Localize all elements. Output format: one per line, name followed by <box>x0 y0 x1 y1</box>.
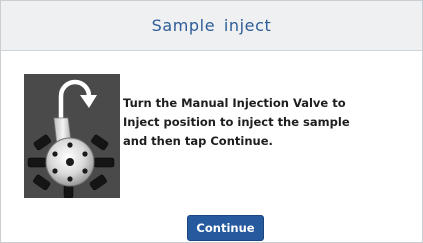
sample-inject-dialog: Sample inject Turn the Manual Injection … <box>0 0 423 243</box>
instruction-text: Turn the Manual Injection Valve to Injec… <box>123 96 350 148</box>
dialog-header: Sample inject <box>1 1 422 51</box>
injection-valve-rotate-icon <box>24 74 120 198</box>
continue-button[interactable]: Continue <box>187 215 264 241</box>
injection-valve-illustration <box>24 74 120 198</box>
dialog-title: Sample inject <box>151 16 272 35</box>
